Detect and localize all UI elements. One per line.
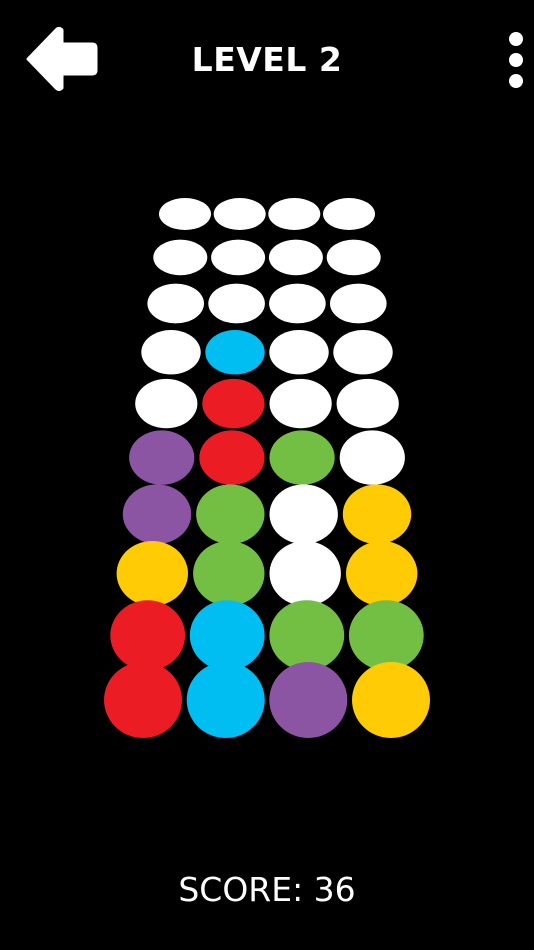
dot-r5-c2[interactable] bbox=[202, 378, 265, 429]
dot-r3-c4[interactable] bbox=[330, 283, 387, 324]
dot-r10-c3[interactable] bbox=[269, 662, 348, 738]
dot-r7-c3[interactable] bbox=[269, 484, 338, 544]
dot-r5-c3[interactable] bbox=[269, 378, 332, 429]
dot-r9-c4[interactable] bbox=[348, 600, 424, 671]
dot-r8-c4[interactable] bbox=[346, 541, 418, 606]
dot-r4-c4[interactable] bbox=[333, 330, 393, 375]
dot-r7-c2[interactable] bbox=[196, 484, 265, 544]
dot-r7-c4[interactable] bbox=[342, 484, 412, 544]
dot-r7-c1[interactable] bbox=[122, 484, 192, 544]
dot-r4-c1[interactable] bbox=[141, 330, 201, 375]
dot-r2-c3[interactable] bbox=[268, 239, 323, 276]
dot-r9-c3[interactable] bbox=[269, 600, 345, 671]
dot-r3-c3[interactable] bbox=[269, 283, 326, 324]
dot-r1-c2[interactable] bbox=[213, 198, 266, 230]
dot-r10-c2[interactable] bbox=[186, 662, 265, 738]
dot-r10-c4[interactable] bbox=[352, 662, 430, 738]
dot-r9-c1[interactable] bbox=[110, 600, 186, 671]
dot-r5-c1[interactable] bbox=[135, 378, 198, 429]
dot-r6-c1[interactable] bbox=[129, 430, 195, 485]
dot-r9-c2[interactable] bbox=[189, 600, 265, 671]
game-board bbox=[104, 198, 430, 738]
dot-r4-c3[interactable] bbox=[269, 330, 329, 375]
dot-r10-c1[interactable] bbox=[104, 662, 182, 738]
dot-r2-c2[interactable] bbox=[211, 239, 266, 276]
dot-r2-c4[interactable] bbox=[326, 239, 381, 276]
dot-r1-c3[interactable] bbox=[268, 198, 321, 230]
dot-r1-c1[interactable] bbox=[159, 198, 211, 230]
dot-r5-c4[interactable] bbox=[336, 378, 399, 429]
dot-r3-c2[interactable] bbox=[208, 283, 265, 324]
dot-r8-c3[interactable] bbox=[269, 541, 341, 606]
dot-r6-c2[interactable] bbox=[199, 430, 265, 485]
dot-r8-c1[interactable] bbox=[116, 541, 188, 606]
score-label: SCORE: 36 bbox=[178, 870, 356, 909]
dot-r6-c3[interactable] bbox=[269, 430, 335, 485]
dot-r2-c1[interactable] bbox=[153, 239, 208, 276]
dot-r4-c2[interactable] bbox=[205, 330, 265, 375]
dot-r8-c2[interactable] bbox=[193, 541, 265, 606]
dot-r6-c4[interactable] bbox=[339, 430, 405, 485]
dot-r3-c1[interactable] bbox=[147, 283, 204, 324]
dot-r1-c4[interactable] bbox=[323, 198, 375, 230]
